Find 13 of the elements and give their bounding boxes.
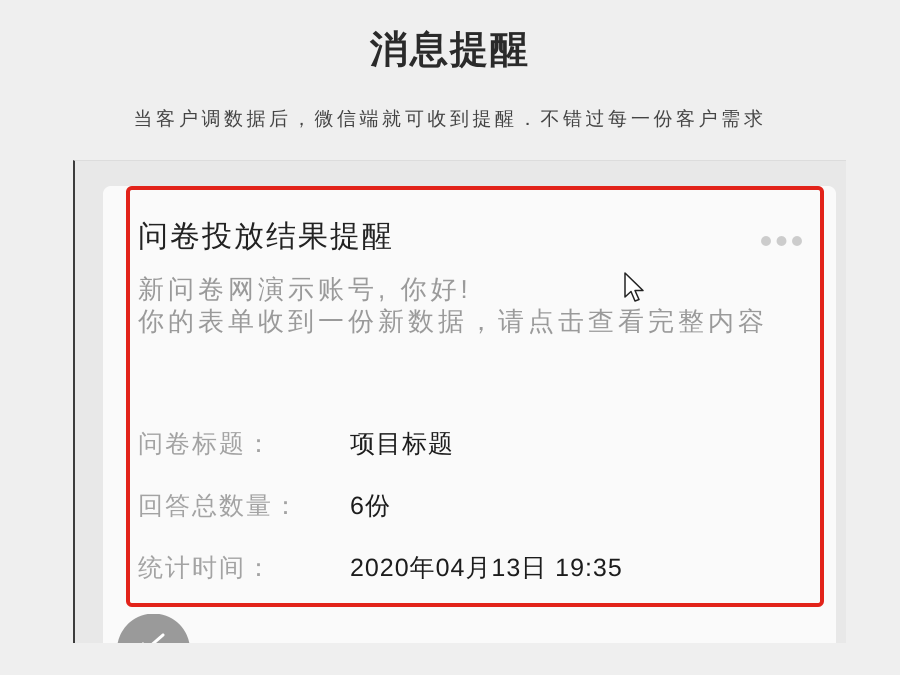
page-subtitle: 当客户调数据后，微信端就可收到提醒．不错过每一份客户需求: [134, 108, 766, 132]
more-icon[interactable]: [761, 236, 802, 246]
greeting-text: 新问卷网演示账号, 你好!: [138, 273, 472, 305]
message-text: 你的表单收到一份新数据，请点击查看完整内容: [138, 305, 768, 337]
field-value: 6份: [350, 491, 391, 522]
field-value: 项目标题: [350, 429, 454, 460]
field-label: 问卷标题：: [138, 429, 274, 460]
message-title: 问卷投放结果提醒: [138, 219, 394, 255]
field-value: 2020年04月13日 19:35: [350, 553, 623, 584]
page-title: 消息提醒: [370, 28, 530, 72]
field-label: 统计时间：: [138, 553, 274, 584]
cursor-icon: [624, 272, 645, 304]
field-label: 回答总数量：: [138, 491, 301, 522]
